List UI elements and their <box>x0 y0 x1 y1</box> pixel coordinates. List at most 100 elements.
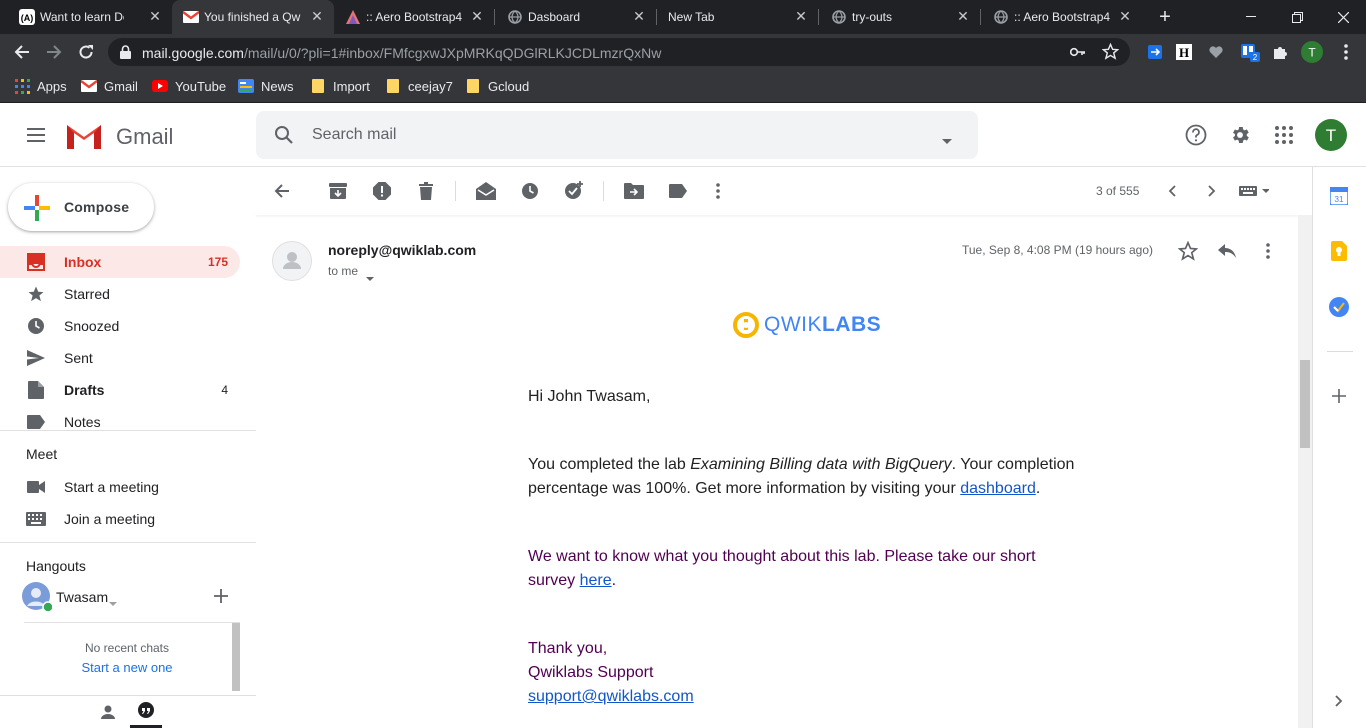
browser-tab[interactable]: New Tab ✕ <box>658 0 818 34</box>
search-icon[interactable] <box>274 125 294 150</box>
gmail-logo-icon[interactable] <box>64 121 104 156</box>
get-addons-plus-icon[interactable] <box>1332 389 1346 408</box>
show-details-chevron-icon[interactable] <box>366 269 374 287</box>
star-email-icon[interactable] <box>1177 240 1199 266</box>
key-icon[interactable] <box>1069 45 1086 64</box>
support-email-link[interactable]: support@qwiklabs.com <box>528 688 694 705</box>
reload-icon[interactable] <box>73 39 99 65</box>
compose-button[interactable]: Compose <box>8 183 154 231</box>
main-menu-icon[interactable] <box>20 119 52 151</box>
email-more-icon[interactable] <box>1266 243 1270 264</box>
extension-heart-icon[interactable] <box>1203 39 1229 65</box>
newer-chevron-left-icon[interactable] <box>1160 179 1184 203</box>
browser-tab[interactable]: :: Aero Bootstrap4 ✕ <box>982 0 1142 34</box>
forward-icon[interactable] <box>41 39 67 65</box>
sender-address[interactable]: noreply@qwiklab.com <box>328 242 476 258</box>
bookmark-folder-ceejay7[interactable]: ceejay7 <box>385 77 453 95</box>
search-options-icon[interactable] <box>942 132 952 150</box>
show-side-panel-chevron-icon[interactable] <box>1335 694 1343 712</box>
hangouts-quote-icon[interactable] <box>130 696 162 728</box>
google-apps-icon[interactable] <box>1268 119 1300 151</box>
older-chevron-right-icon[interactable] <box>1200 179 1224 203</box>
extension-trello-icon[interactable]: 2 <box>1237 39 1263 65</box>
tasks-icon[interactable] <box>1329 297 1349 322</box>
extensions-puzzle-icon[interactable] <box>1267 39 1293 65</box>
chevron-down-icon[interactable] <box>109 594 117 612</box>
minimize-icon[interactable] <box>1228 0 1274 34</box>
extension-h-icon[interactable]: H <box>1171 39 1197 65</box>
sender-avatar[interactable] <box>272 241 312 281</box>
archive-icon[interactable] <box>326 179 350 203</box>
close-tab-icon[interactable]: ✕ <box>954 7 972 25</box>
new-chat-plus-icon[interactable] <box>214 589 228 608</box>
close-tab-icon[interactable]: ✕ <box>146 7 164 25</box>
nav-item-snoozed[interactable]: Snoozed <box>0 310 240 342</box>
nav-label: Snoozed <box>64 318 120 334</box>
close-tab-icon[interactable]: ✕ <box>630 7 648 25</box>
add-to-tasks-icon[interactable] <box>562 179 586 203</box>
calendar-icon[interactable]: 31 <box>1329 186 1349 210</box>
account-avatar[interactable]: T <box>1314 118 1348 152</box>
help-icon[interactable] <box>1180 119 1212 151</box>
delete-trash-icon[interactable] <box>414 179 438 203</box>
bookmark-apps[interactable]: Apps <box>14 77 67 95</box>
nav-item-sent[interactable]: Sent <box>0 342 240 374</box>
bookmark-news[interactable]: News <box>238 77 294 95</box>
bookmark-gmail[interactable]: Gmail <box>81 77 138 95</box>
join-meeting-item[interactable]: Join a meeting <box>0 503 240 535</box>
bookmark-star-icon[interactable] <box>1101 42 1120 65</box>
close-tab-icon[interactable]: ✕ <box>792 7 810 25</box>
no-recent-chats: No recent chats <box>84 641 170 655</box>
nav-item-starred[interactable]: Starred <box>0 278 240 310</box>
close-tab-icon[interactable]: ✕ <box>308 7 326 25</box>
text: percentage was 100%. Get more informatio… <box>528 480 961 497</box>
move-to-icon[interactable] <box>622 179 646 203</box>
search-input[interactable] <box>312 123 912 147</box>
report-spam-icon[interactable] <box>370 179 394 203</box>
snooze-clock-icon[interactable] <box>518 179 542 203</box>
extension-badge: 2 <box>1253 53 1258 62</box>
close-tab-icon[interactable]: ✕ <box>468 7 486 25</box>
hangouts-user-name[interactable]: Twasam <box>56 589 108 605</box>
hangouts-user-avatar[interactable] <box>22 582 54 613</box>
bookmark-youtube[interactable]: YouTube <box>152 77 226 95</box>
labels-icon[interactable] <box>666 179 690 203</box>
keep-icon[interactable] <box>1331 241 1347 266</box>
more-options-icon[interactable] <box>706 179 730 203</box>
search-bar[interactable] <box>256 111 978 159</box>
profile-initial: T <box>1308 46 1316 60</box>
browser-tab[interactable]: :: Aero Bootstrap4 ✕ <box>334 0 494 34</box>
back-to-inbox-icon[interactable] <box>270 179 294 203</box>
browser-menu-icon[interactable] <box>1333 39 1359 65</box>
settings-gear-icon[interactable] <box>1224 119 1256 151</box>
browser-tab[interactable]: Dasboard ✕ <box>496 0 656 34</box>
new-tab-icon[interactable]: + <box>1152 4 1178 30</box>
tab-title: :: Aero Bootstrap4 <box>1014 10 1110 24</box>
browser-tab[interactable]: (A) Want to learn Dev ✕ <box>8 0 172 34</box>
scrollbar-thumb[interactable] <box>1300 360 1310 448</box>
bookmark-folder-gcloud[interactable]: Gcloud <box>465 77 529 95</box>
dashboard-link[interactable]: dashboard <box>960 480 1036 497</box>
bookmark-folder-import[interactable]: Import <box>310 77 370 95</box>
nav-item-notes[interactable]: Notes <box>0 406 240 438</box>
reading-pane-scrollbar[interactable] <box>1298 215 1312 728</box>
nav-item-inbox[interactable]: Inbox 175 <box>0 246 240 278</box>
nav-item-drafts[interactable]: Drafts 4 <box>0 374 240 406</box>
contacts-person-icon[interactable] <box>100 704 116 725</box>
restore-icon[interactable] <box>1274 0 1320 34</box>
back-icon[interactable] <box>9 39 35 65</box>
profile-avatar[interactable]: T <box>1299 39 1325 65</box>
hangouts-scrollbar[interactable] <box>232 623 240 691</box>
address-bar[interactable]: mail.google.com/mail/u/0/?pli=1#inbox/FM… <box>108 38 1130 66</box>
browser-tab[interactable]: try-outs ✕ <box>820 0 980 34</box>
start-new-chat-link[interactable]: Start a new one <box>24 660 230 675</box>
start-meeting-item[interactable]: Start a meeting <box>0 471 240 503</box>
close-tab-icon[interactable]: ✕ <box>1116 7 1134 25</box>
reply-icon[interactable] <box>1218 244 1236 263</box>
survey-link[interactable]: here <box>580 572 612 589</box>
input-tools-keyboard-icon[interactable] <box>1236 179 1272 203</box>
mark-unread-icon[interactable] <box>474 179 498 203</box>
extension-translate-icon[interactable] <box>1142 39 1168 65</box>
browser-tab-active[interactable]: You finished a Qw ✕ <box>172 0 334 34</box>
close-window-icon[interactable] <box>1320 0 1366 34</box>
